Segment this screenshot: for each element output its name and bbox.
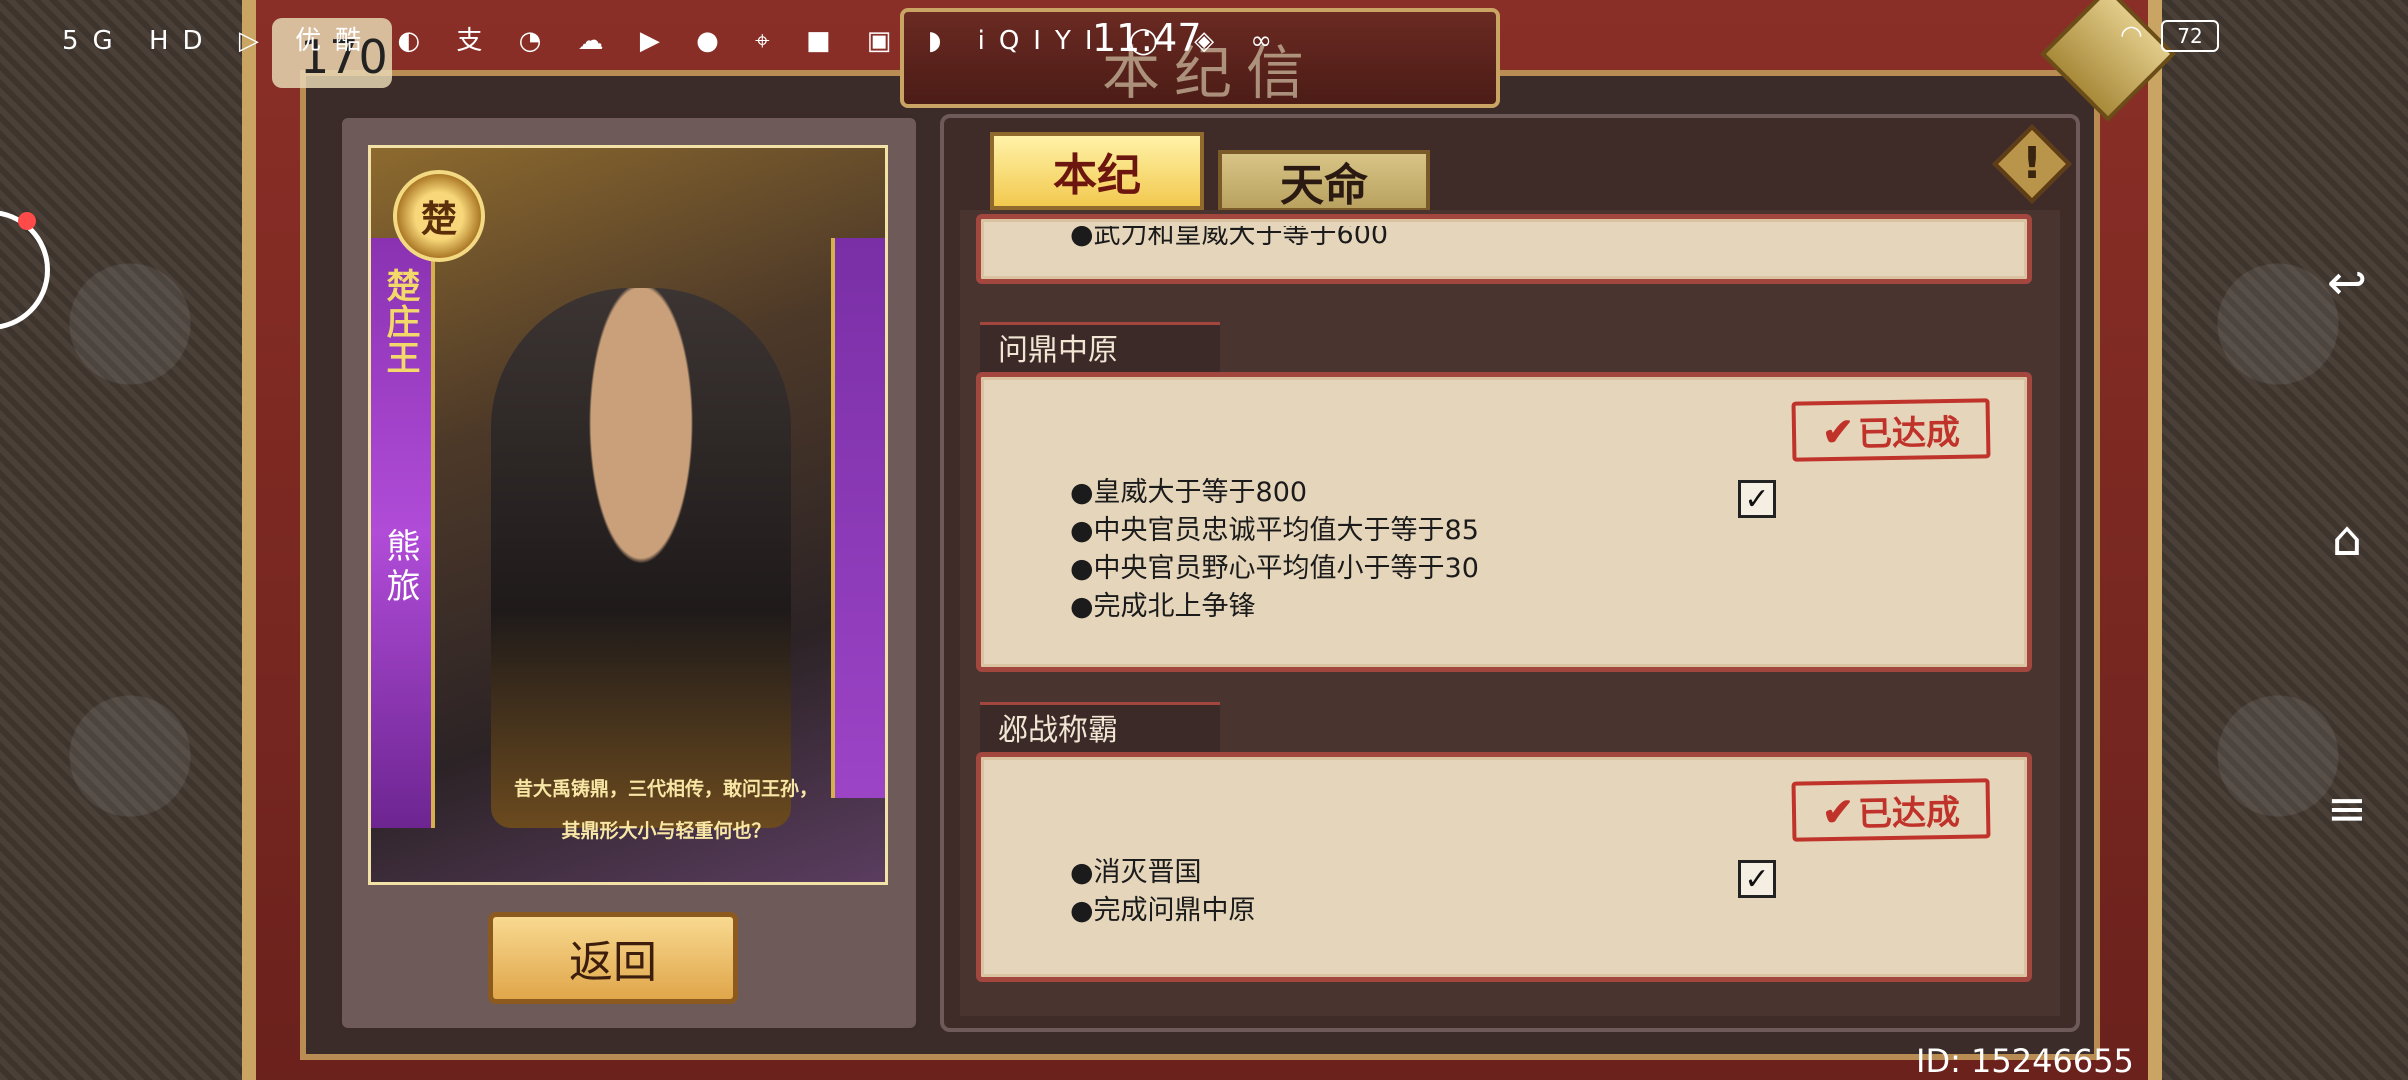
condition-item: ●消灭晋国 (1070, 857, 1202, 888)
back-button[interactable]: 返回 (488, 912, 738, 1004)
condition-item: ●完成北上争锋 (1070, 591, 1256, 622)
state-emblem-icon: 楚 (393, 170, 485, 262)
nav-back-icon[interactable]: ↩ (2318, 259, 2376, 307)
character-portrait (491, 288, 791, 828)
condition-item: ●皇威大于等于800 (1070, 477, 1308, 508)
left-backdrop (0, 0, 260, 1080)
tab-benji[interactable]: 本纪 (990, 132, 1204, 210)
nav-menu-icon[interactable]: ≡ (2318, 785, 2376, 833)
character-card: 楚 楚庄王 熊旅 昔大禹铸鼎，三代相传，敢问王孙， 其鼎形大小与轻重何也？ (368, 145, 888, 885)
nav-home-icon[interactable]: ⌂ (2318, 515, 2376, 563)
tab-tianming[interactable]: 天命 (1218, 150, 1430, 212)
counter-value: 170 (300, 30, 388, 84)
card-name: 熊旅 (380, 528, 420, 608)
condition-item: ●中央官员忠诚平均值大于等于85 (1070, 515, 1479, 546)
user-id: ID: 15246655 (1916, 1042, 2134, 1080)
card-title: 楚庄王 (380, 268, 420, 376)
section-title-1: 问鼎中原 (980, 322, 1220, 374)
stamp-label-2: 已达成 (1857, 792, 1961, 835)
condition-item: ●中央官员野心平均值小于等于30 (1070, 553, 1479, 584)
check-stamp-icon: ✔ (1821, 408, 1855, 454)
card-quote: 昔大禹铸鼎，三代相传，敢问王孙， 其鼎形大小与轻重何也？ (466, 768, 866, 852)
card-right-border (831, 238, 885, 798)
condition-item: ●完成问鼎中原 (1070, 895, 1256, 926)
notification-dot (18, 212, 36, 230)
condition-list-1: ●皇威大于等于800 ●中央官员忠诚平均值大于等于85 ●中央官员野心平均值小于… (1070, 474, 1479, 626)
checkbox-2: ✓ (1738, 860, 1776, 898)
stamp-label-1: 已达成 (1857, 412, 1961, 455)
card-quote-line2: 其鼎形大小与轻重何也？ (561, 820, 771, 842)
achieved-stamp-2: ✔ 已达成 (1791, 778, 1991, 842)
section-title-2: 邲战称霸 (980, 702, 1220, 754)
card-quote-line1: 昔大禹铸鼎，三代相传，敢问王孙， (513, 778, 818, 800)
condition-list-2: ●消灭晋国 ●完成问鼎中原 (1070, 854, 1256, 930)
check-stamp-icon: ✔ (1821, 788, 1855, 834)
achieved-stamp-1: ✔ 已达成 (1791, 398, 1991, 462)
checkbox-1: ✓ (1738, 480, 1776, 518)
exclamation-icon: ! (2021, 138, 2043, 189)
